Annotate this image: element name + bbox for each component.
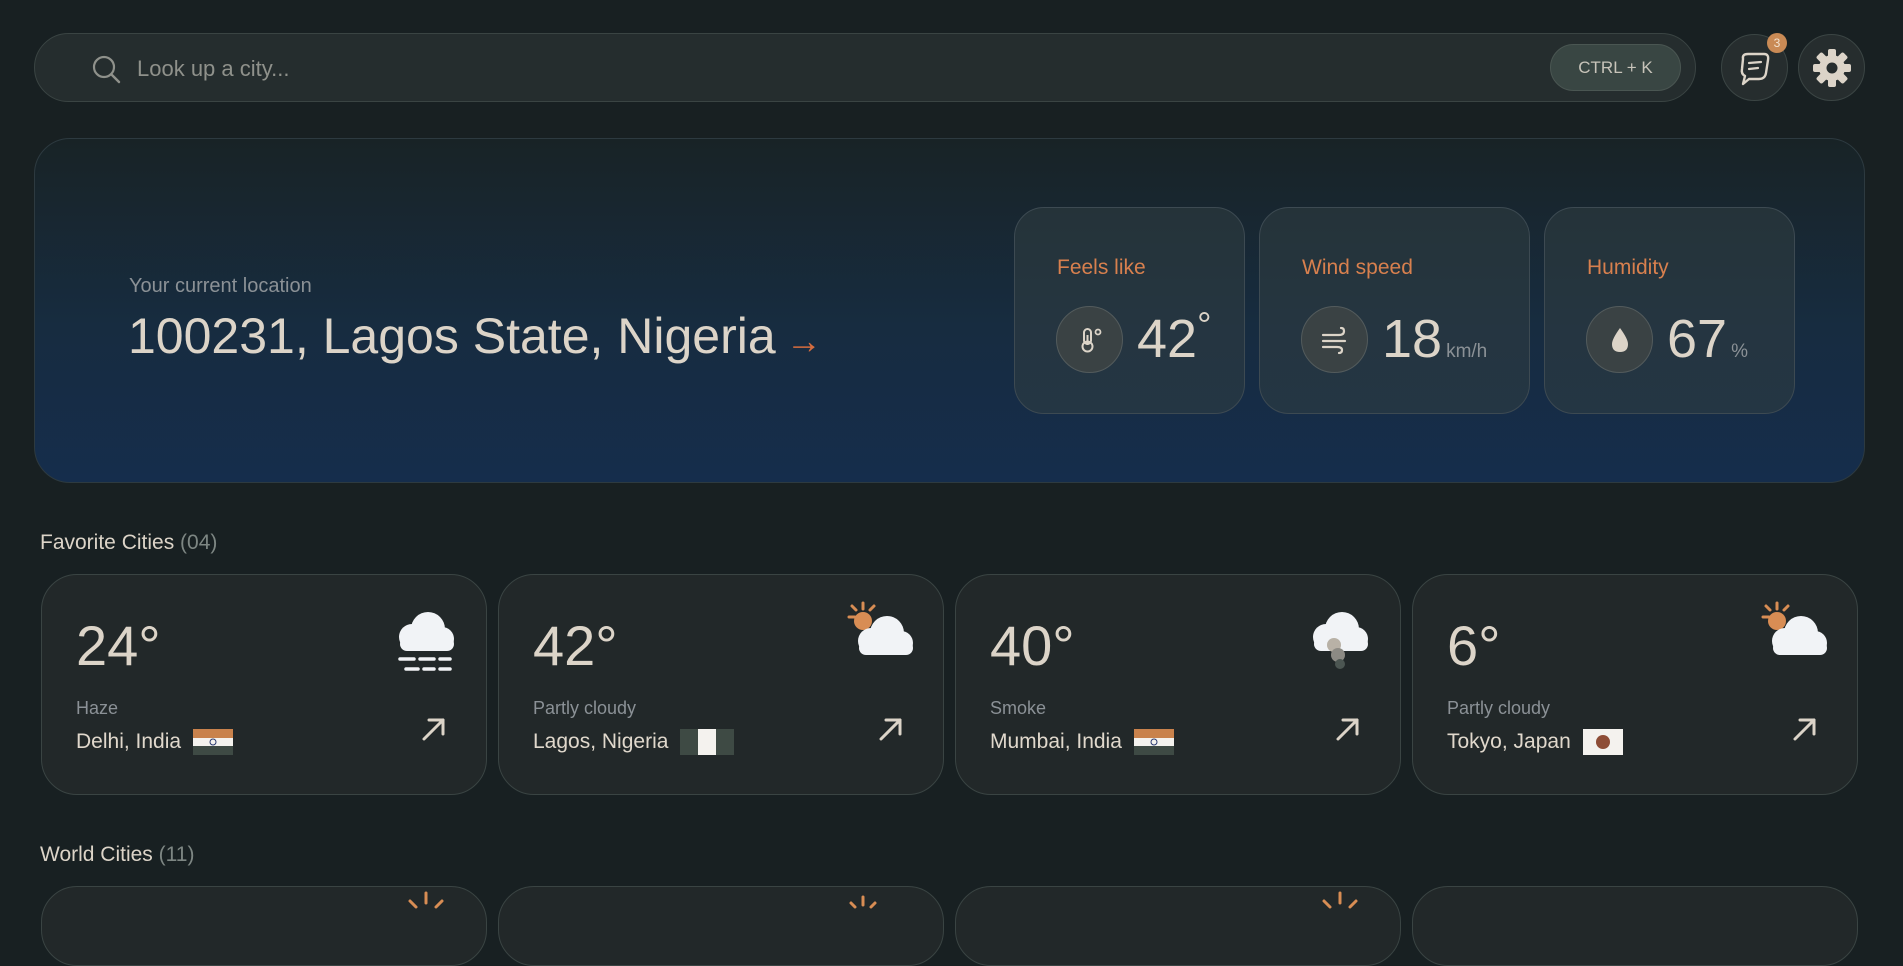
flag-japan-icon [1582,729,1623,755]
current-location-link[interactable]: 100231, Lagos State, Nigeria → [128,307,822,365]
city-condition: Haze [76,698,119,718]
city-card-mumbai[interactable]: 40° Smoke Mumbai, India [955,574,1401,795]
flag-india-icon [1133,729,1174,755]
humidity-value: 67% [1667,309,1748,369]
feels-like-label: Feels like [1057,256,1146,279]
arrow-up-right-icon[interactable] [877,715,905,743]
city-temp: 24° [76,614,161,677]
wind-icon [1301,306,1368,373]
city-temp: 42° [533,614,618,677]
smoke-icon [1313,612,1368,669]
feels-like-value: 42° [1137,304,1212,369]
current-location-panel: Your current location 100231, Lagos Stat… [34,138,1865,483]
world-city-card[interactable] [1412,886,1858,966]
partly-cloudy-icon [847,601,913,655]
arrow-right-icon: → [785,320,822,361]
shortcut-hint: CTRL + K [1550,44,1681,91]
wind-speed-label: Wind speed [1302,256,1413,279]
city-name: Lagos, Nigeria [533,729,735,755]
search-icon [92,55,121,84]
city-name: Delhi, India [76,729,234,755]
world-city-card[interactable] [955,886,1401,966]
city-condition: Smoke [990,698,1047,718]
world-city-card[interactable] [498,886,944,966]
chat-icon [1740,52,1769,85]
wind-speed-card: Wind speed 18 km/h [1259,207,1530,414]
arrow-up-right-icon[interactable] [420,715,448,743]
flag-nigeria-icon [680,729,735,755]
sun-icon [408,891,444,909]
droplet-icon [1586,306,1653,373]
search-bar[interactable]: CTRL + K [34,33,1696,102]
sun-icon [1322,891,1358,909]
partly-cloudy-icon [1761,601,1827,655]
settings-button[interactable] [1798,34,1865,101]
notifications-button[interactable]: 3 [1721,33,1788,101]
current-location-name: 100231, Lagos State, Nigeria [128,308,776,364]
wind-speed-value: 18 km/h [1382,309,1488,369]
world-city-card[interactable] [41,886,487,966]
search-input[interactable] [135,46,1539,92]
thermometer-icon [1056,306,1123,373]
arrow-up-right-icon[interactable] [1791,715,1819,743]
arrow-up-right-icon[interactable] [1334,715,1362,743]
current-location-label: Your current location [129,275,312,297]
city-card-delhi[interactable]: 24° Haze Delhi, India [41,574,487,795]
city-card-tokyo[interactable]: 6° Partly cloudy Tokyo, Japan [1412,574,1858,795]
flag-india-icon [193,729,234,755]
city-condition: Partly cloudy [1447,698,1551,718]
humidity-card: Humidity 67% [1544,207,1795,414]
city-card-lagos[interactable]: 42° Partly cloudy Lagos, Nigeria [498,574,944,795]
feels-like-card: Feels like 42° [1014,207,1245,414]
sun-icon [849,895,877,909]
favorites-heading: Favorite Cities (04) [40,531,218,554]
city-condition: Partly cloudy [533,698,637,718]
humidity-label: Humidity [1587,256,1669,279]
city-temp: 6° [1447,614,1501,677]
notification-badge: 3 [1767,33,1787,53]
world-cities-heading: World Cities (11) [40,843,195,866]
gear-icon [1812,48,1851,87]
haze-icon [398,612,454,671]
city-name: Tokyo, Japan [1447,729,1623,755]
city-name: Mumbai, India [990,729,1174,755]
city-temp: 40° [990,614,1075,677]
